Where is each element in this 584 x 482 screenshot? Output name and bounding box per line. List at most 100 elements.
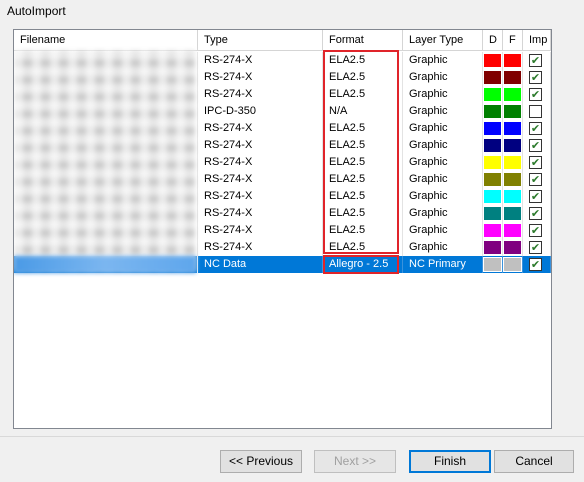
fill-color-swatch[interactable] bbox=[503, 104, 522, 119]
fill-color-swatch[interactable] bbox=[503, 206, 522, 221]
cell-layer-type[interactable]: Graphic bbox=[403, 205, 483, 222]
import-checkbox[interactable]: ✔ bbox=[529, 258, 542, 271]
display-color-swatch[interactable] bbox=[483, 189, 502, 204]
cell-imp[interactable]: ✔ bbox=[523, 256, 551, 273]
import-checkbox[interactable]: ✔ bbox=[529, 122, 542, 135]
cell-imp[interactable]: ✔ bbox=[523, 120, 551, 137]
cell-d[interactable] bbox=[483, 120, 503, 137]
cell-d[interactable] bbox=[483, 222, 503, 239]
cell-d[interactable] bbox=[483, 171, 503, 188]
cell-format[interactable]: ELA2.5 bbox=[323, 188, 403, 205]
display-color-swatch[interactable] bbox=[483, 172, 502, 187]
cell-layer-type[interactable]: Graphic bbox=[403, 171, 483, 188]
cell-f[interactable] bbox=[503, 154, 523, 171]
cancel-button[interactable]: Cancel bbox=[494, 450, 574, 473]
fill-color-swatch[interactable] bbox=[503, 189, 522, 204]
cell-format[interactable]: Allegro - 2.5 bbox=[323, 256, 403, 273]
cell-format[interactable]: ELA2.5 bbox=[323, 222, 403, 239]
cell-d[interactable] bbox=[483, 69, 503, 86]
display-color-swatch[interactable] bbox=[483, 104, 502, 119]
cell-d[interactable] bbox=[483, 137, 503, 154]
cell-f[interactable] bbox=[503, 222, 523, 239]
import-checkbox[interactable]: ✔ bbox=[529, 190, 542, 203]
display-color-swatch[interactable] bbox=[483, 155, 502, 170]
cell-d[interactable] bbox=[483, 52, 503, 69]
cell-imp[interactable]: ✔ bbox=[523, 171, 551, 188]
cell-type[interactable]: RS-274-X bbox=[198, 52, 323, 69]
fill-color-swatch[interactable] bbox=[503, 138, 522, 153]
import-checkbox[interactable]: ✔ bbox=[529, 207, 542, 220]
cell-type[interactable]: RS-274-X bbox=[198, 188, 323, 205]
fill-color-swatch[interactable] bbox=[503, 87, 522, 102]
display-color-swatch[interactable] bbox=[483, 87, 502, 102]
cell-f[interactable] bbox=[503, 69, 523, 86]
cell-imp[interactable]: ✔ bbox=[523, 154, 551, 171]
cell-format[interactable]: ELA2.5 bbox=[323, 171, 403, 188]
cell-f[interactable] bbox=[503, 239, 523, 256]
cell-f[interactable] bbox=[503, 256, 523, 273]
cell-format[interactable]: N/A bbox=[323, 103, 403, 120]
cell-format[interactable]: ELA2.5 bbox=[323, 239, 403, 256]
fill-color-swatch[interactable] bbox=[503, 240, 522, 255]
cell-f[interactable] bbox=[503, 171, 523, 188]
cell-format[interactable]: ELA2.5 bbox=[323, 86, 403, 103]
cell-format[interactable]: ELA2.5 bbox=[323, 52, 403, 69]
fill-color-swatch[interactable] bbox=[503, 53, 522, 68]
cell-format[interactable]: ELA2.5 bbox=[323, 154, 403, 171]
cell-d[interactable] bbox=[483, 205, 503, 222]
cell-layer-type[interactable]: Graphic bbox=[403, 188, 483, 205]
cell-layer-type[interactable]: NC Primary bbox=[403, 256, 483, 273]
cell-imp[interactable]: ✔ bbox=[523, 239, 551, 256]
cell-format[interactable]: ELA2.5 bbox=[323, 120, 403, 137]
fill-color-swatch[interactable] bbox=[503, 70, 522, 85]
cell-type[interactable]: RS-274-X bbox=[198, 171, 323, 188]
cell-imp[interactable]: ✔ bbox=[523, 205, 551, 222]
header-format[interactable]: Format bbox=[323, 30, 403, 50]
cell-layer-type[interactable]: Graphic bbox=[403, 154, 483, 171]
cell-layer-type[interactable]: Graphic bbox=[403, 69, 483, 86]
header-layer-type[interactable]: Layer Type bbox=[403, 30, 483, 50]
cell-imp[interactable]: ✔ bbox=[523, 52, 551, 69]
cell-format[interactable]: ELA2.5 bbox=[323, 205, 403, 222]
cell-type[interactable]: IPC-D-350 bbox=[198, 103, 323, 120]
import-checkbox[interactable]: ✔ bbox=[529, 241, 542, 254]
import-checkbox[interactable]: ✔ bbox=[529, 54, 542, 67]
cell-imp[interactable]: ✔ bbox=[523, 137, 551, 154]
cell-type[interactable]: RS-274-X bbox=[198, 120, 323, 137]
cell-imp[interactable] bbox=[523, 103, 551, 120]
header-type[interactable]: Type bbox=[198, 30, 323, 50]
cell-type[interactable]: RS-274-X bbox=[198, 86, 323, 103]
cell-f[interactable] bbox=[503, 188, 523, 205]
cell-d[interactable] bbox=[483, 256, 503, 273]
import-checkbox[interactable]: ✔ bbox=[529, 71, 542, 84]
cell-format[interactable]: ELA2.5 bbox=[323, 69, 403, 86]
cell-f[interactable] bbox=[503, 137, 523, 154]
import-checkbox[interactable]: ✔ bbox=[529, 139, 542, 152]
display-color-swatch[interactable] bbox=[483, 223, 502, 238]
fill-color-swatch[interactable] bbox=[503, 155, 522, 170]
previous-button[interactable]: << Previous bbox=[220, 450, 302, 473]
header-filename[interactable]: Filename bbox=[14, 30, 198, 50]
cell-d[interactable] bbox=[483, 154, 503, 171]
display-color-swatch[interactable] bbox=[483, 53, 502, 68]
display-color-swatch[interactable] bbox=[483, 206, 502, 221]
import-file-grid[interactable]: Filename Type Format Layer Type D F Imp … bbox=[13, 29, 552, 429]
cell-type[interactable]: RS-274-X bbox=[198, 205, 323, 222]
fill-color-swatch[interactable] bbox=[503, 223, 522, 238]
import-checkbox[interactable]: ✔ bbox=[529, 88, 542, 101]
cell-type[interactable]: RS-274-X bbox=[198, 239, 323, 256]
cell-type[interactable]: RS-274-X bbox=[198, 154, 323, 171]
cell-imp[interactable]: ✔ bbox=[523, 86, 551, 103]
header-d[interactable]: D bbox=[483, 30, 503, 50]
fill-color-swatch[interactable] bbox=[503, 121, 522, 136]
fill-color-swatch[interactable] bbox=[503, 257, 522, 272]
cell-imp[interactable]: ✔ bbox=[523, 222, 551, 239]
cell-layer-type[interactable]: Graphic bbox=[403, 120, 483, 137]
import-checkbox[interactable]: ✔ bbox=[529, 224, 542, 237]
fill-color-swatch[interactable] bbox=[503, 172, 522, 187]
cell-type[interactable]: RS-274-X bbox=[198, 137, 323, 154]
cell-f[interactable] bbox=[503, 86, 523, 103]
cell-imp[interactable]: ✔ bbox=[523, 188, 551, 205]
cell-d[interactable] bbox=[483, 239, 503, 256]
cell-layer-type[interactable]: Graphic bbox=[403, 86, 483, 103]
